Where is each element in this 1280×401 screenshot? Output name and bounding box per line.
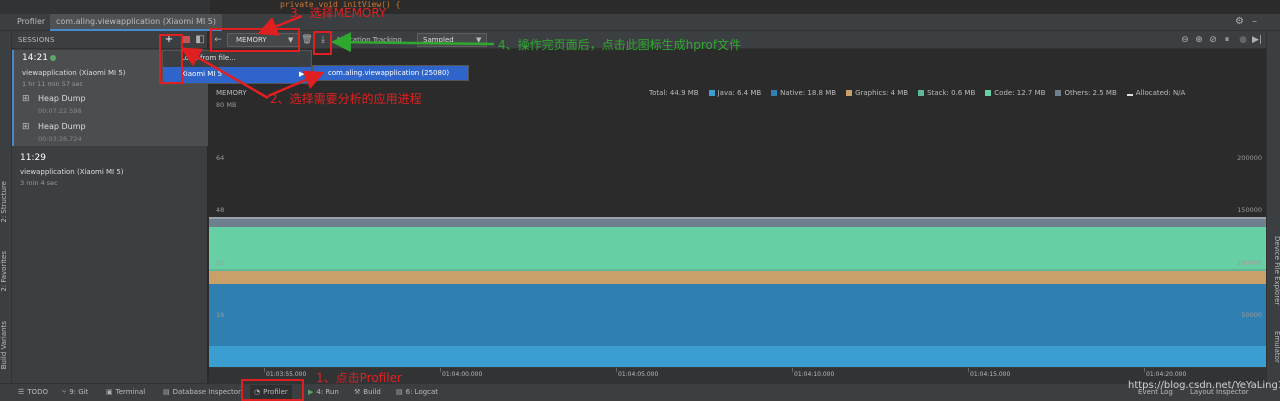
annotation-step2: 2、选择需要分析的应用进程: [270, 92, 422, 106]
annotation-step3: 3、选择MEMORY: [290, 6, 387, 20]
arrow-to-dump: [331, 32, 495, 53]
arrow-to-add: [180, 47, 269, 100]
annotation-step1: 1、点击Profiler: [316, 371, 402, 385]
annotation-arrows: [180, 14, 495, 100]
watermark-text: https://blog.csdn.net/YeYaLing123: [1128, 380, 1280, 391]
annotation-step4: 4、操作完页面后，点击此图标生成hprof文件: [498, 38, 742, 52]
